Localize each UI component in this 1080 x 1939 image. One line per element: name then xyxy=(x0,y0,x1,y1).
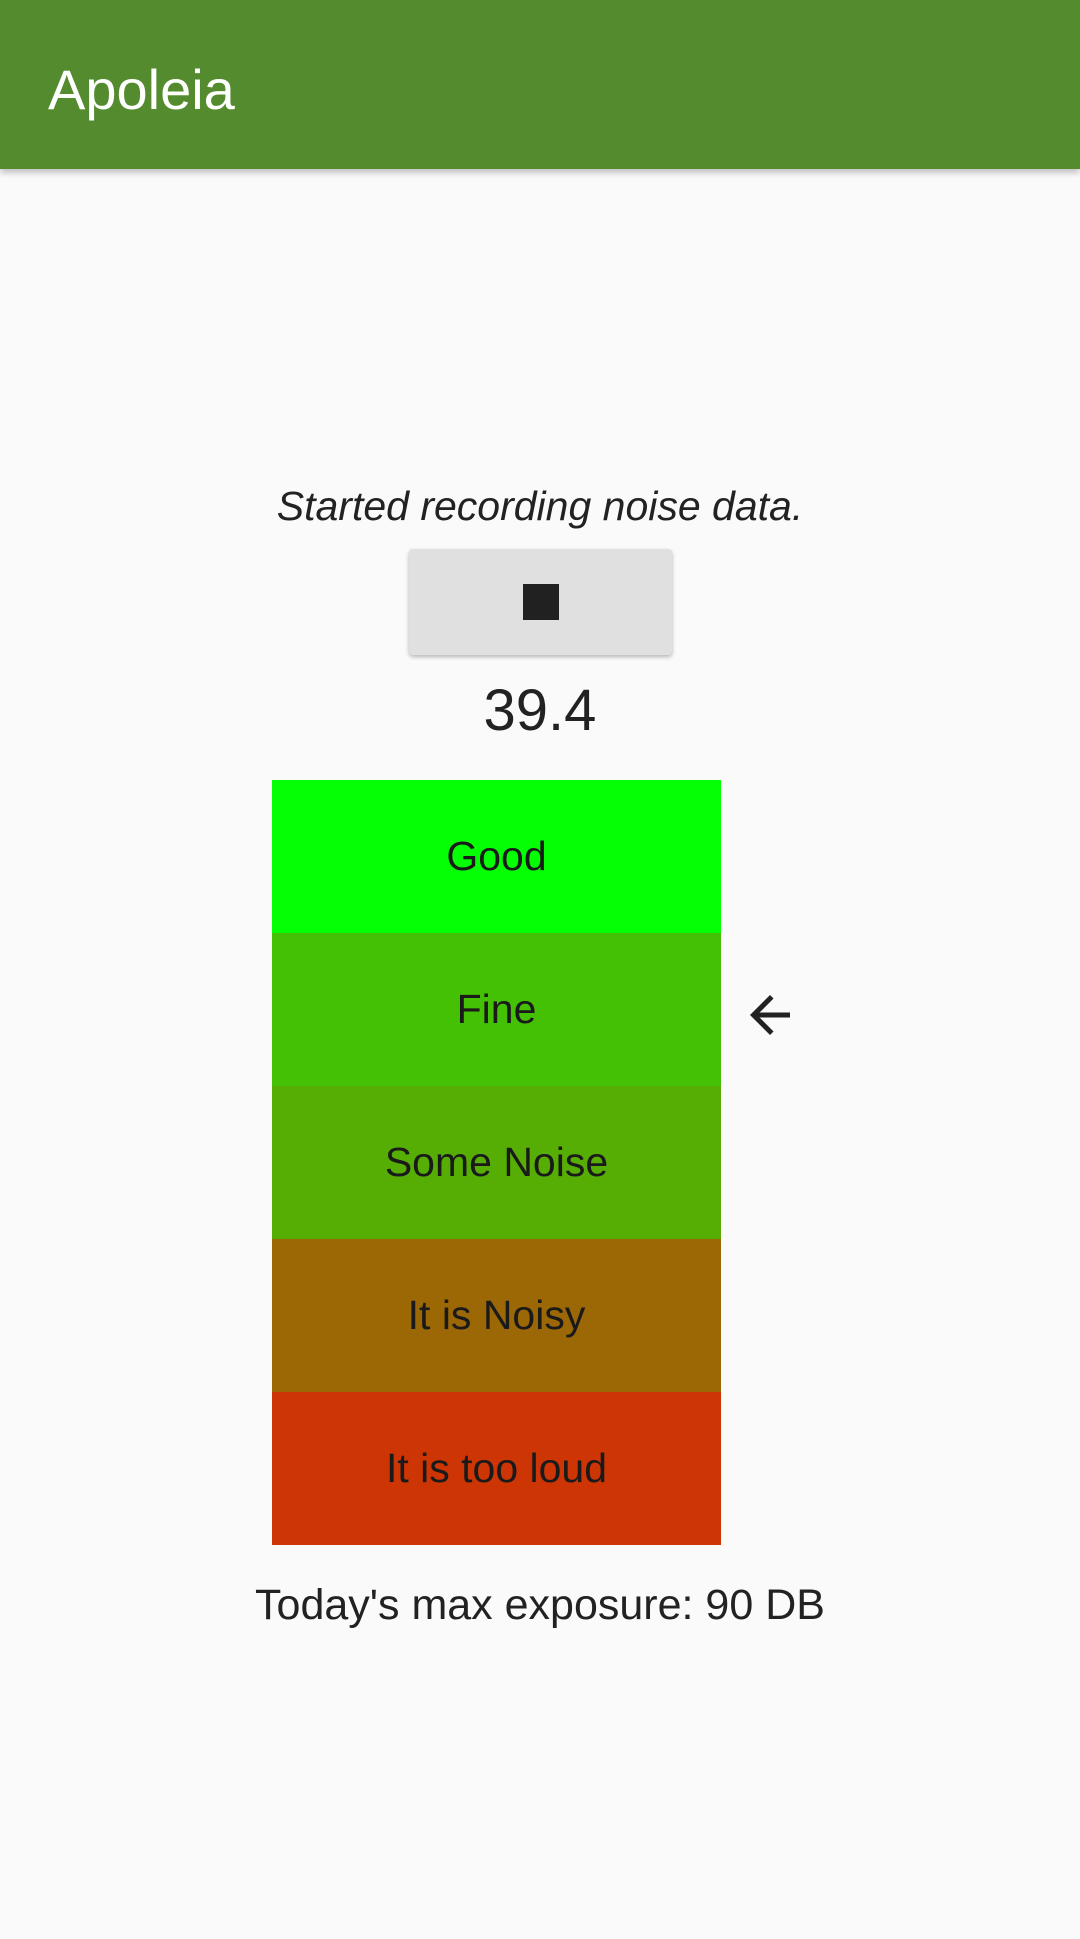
level-label: It is Noisy xyxy=(407,1292,586,1338)
level-fine: Fine xyxy=(272,933,721,1086)
level-label: Good xyxy=(446,833,547,879)
level-label: It is too loud xyxy=(385,1445,608,1491)
decibel-reading: 39.4 xyxy=(483,678,597,743)
level-good: Good xyxy=(272,780,721,933)
status-message: Started recording noise data. xyxy=(276,483,804,529)
level-label: Fine xyxy=(456,986,537,1032)
level-label: Some Noise xyxy=(384,1139,609,1185)
noise-level-meter: Good Fine Some Noise It is Noisy It is t… xyxy=(272,780,721,1545)
stop-recording-button[interactable] xyxy=(409,549,672,655)
arrow-left-icon xyxy=(750,994,790,1035)
app-bar: Apoleia xyxy=(0,0,1080,169)
level-it-is-noisy: It is Noisy xyxy=(272,1239,721,1392)
app-title: Apoleia xyxy=(48,58,235,121)
max-exposure-text: Today's max exposure: 90 DB xyxy=(255,1581,825,1629)
stop-icon xyxy=(522,584,559,620)
level-it-is-too-loud: It is too loud xyxy=(272,1392,721,1545)
level-some-noise: Some Noise xyxy=(272,1086,721,1239)
